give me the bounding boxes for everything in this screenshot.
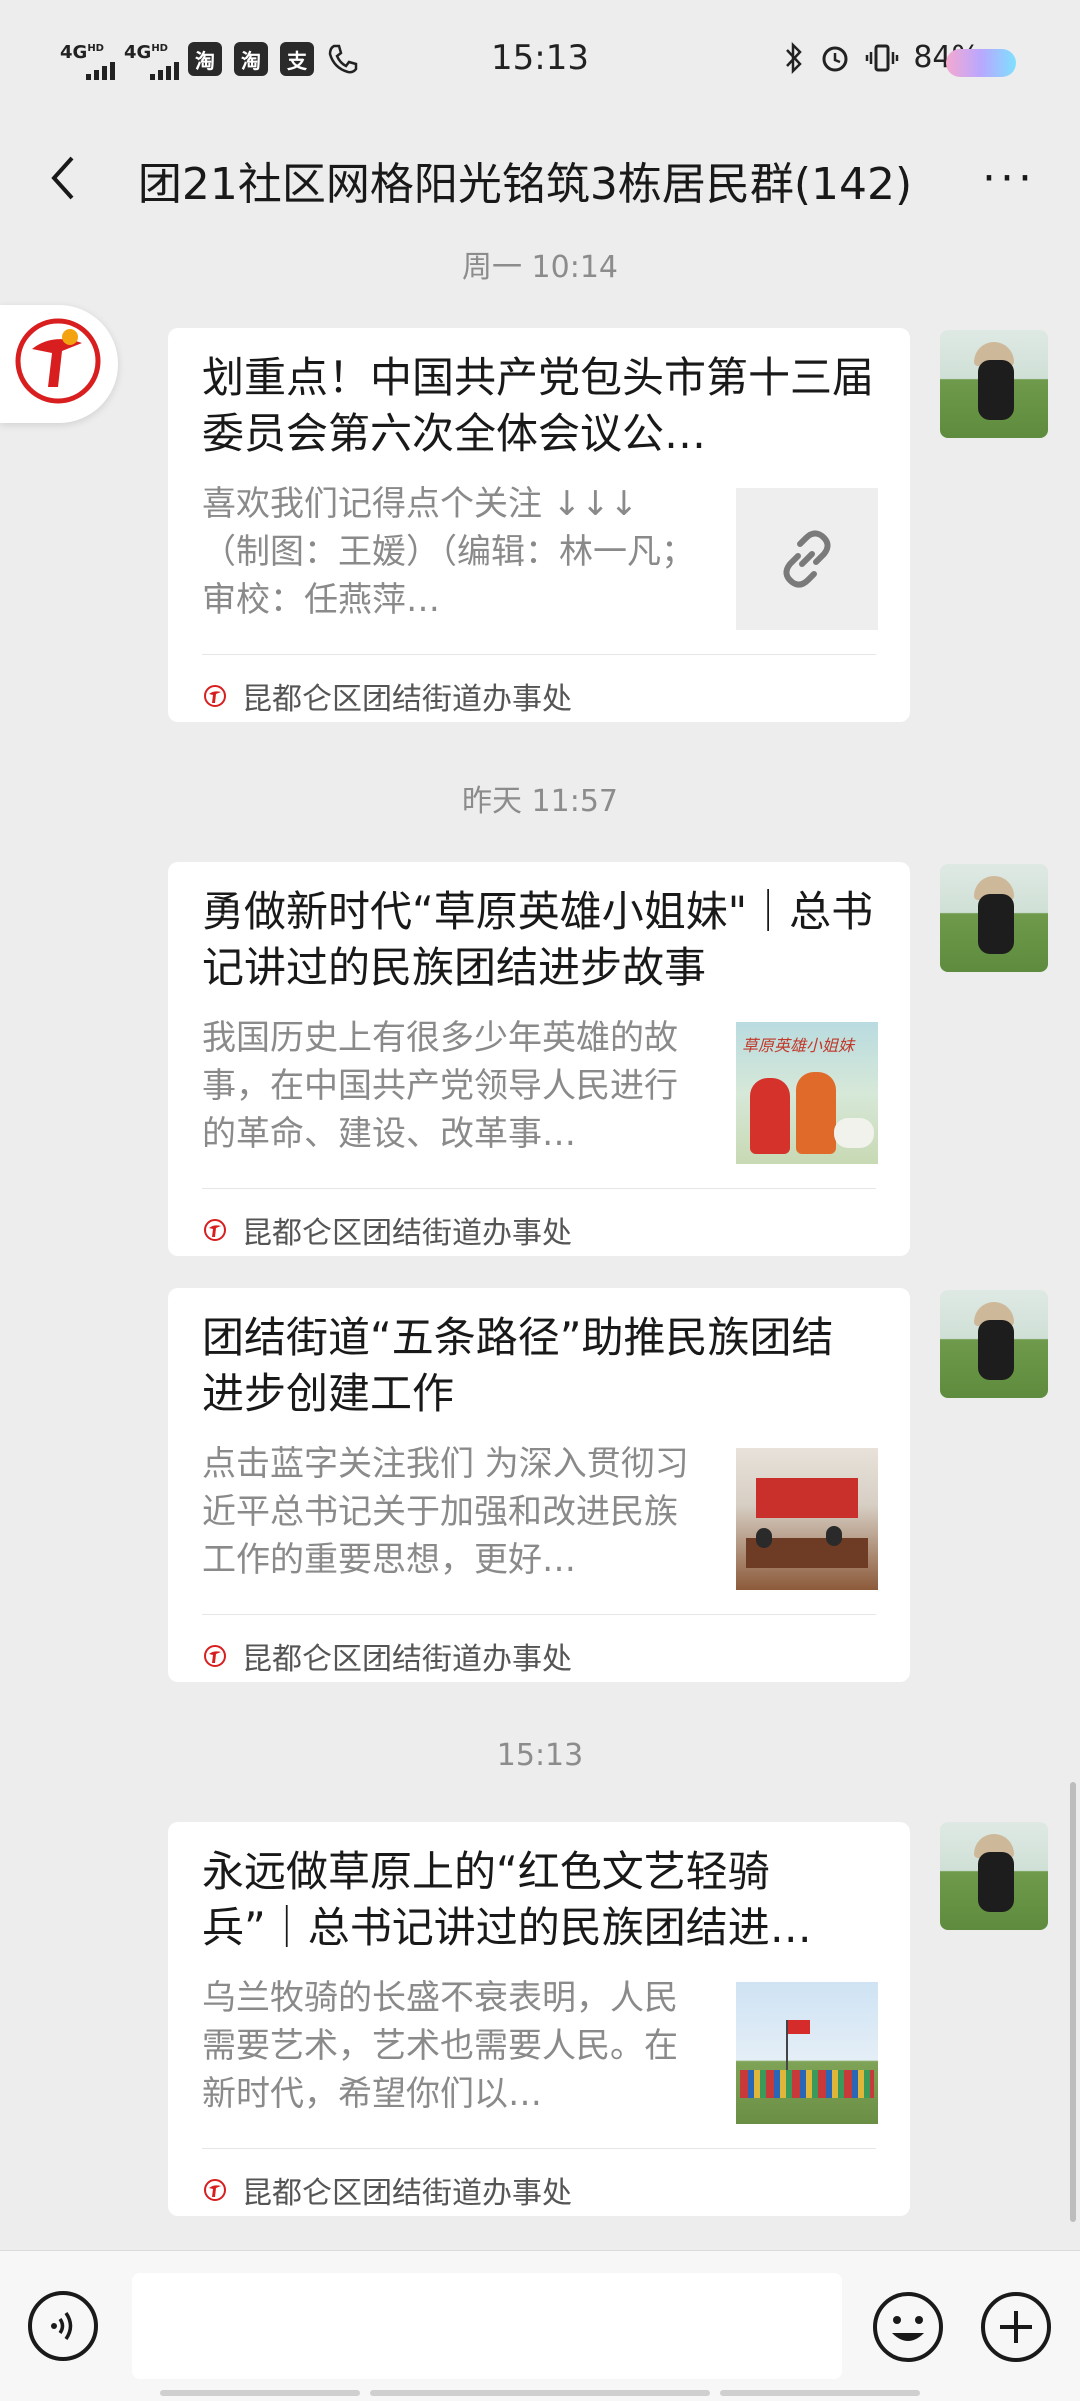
voice-icon	[51, 2312, 73, 2340]
sender-avatar[interactable]	[940, 1290, 1048, 1398]
input-bar	[0, 2250, 1080, 2401]
card-divider	[202, 1188, 876, 1189]
back-button[interactable]	[38, 148, 88, 208]
source-name: 昆都仑区团结街道办事处	[242, 1216, 572, 1251]
source-logo-icon	[204, 1219, 226, 1241]
message-timestamp: 昨天 11:57	[462, 784, 618, 819]
article-card[interactable]: 勇做新时代“草原英雄小姐妹"｜总书记讲过的民族团结进步故事 我国历史上有很多少年…	[168, 862, 910, 1256]
card-divider	[202, 654, 876, 655]
article-desc: 喜欢我们记得点个关注 ↓↓↓（制图：王媛）（编辑：林一凡；审校：任燕萍…	[202, 484, 695, 620]
article-thumbnail	[736, 1448, 878, 1590]
chat-title: 团21社区网格阳光铭筑3栋居民群(142)	[137, 159, 913, 210]
sender-avatar[interactable]	[940, 864, 1048, 972]
article-card[interactable]: 团结街道“五条路径”助推民族团结进步创建工作 点击蓝字关注我们 为深入贯彻习近平…	[168, 1288, 910, 1682]
article-title: 永远做草原上的“红色文艺轻骑兵”｜总书记讲过的民族团结进…	[202, 1847, 812, 1952]
message-timestamp: 15:13	[496, 1738, 584, 1773]
voice-input-button[interactable]	[28, 2291, 98, 2361]
source-logo-icon	[204, 2179, 226, 2201]
gesture-navigation-bar	[0, 2386, 1080, 2400]
source-name: 昆都仑区团结街道办事处	[242, 2176, 572, 2211]
source-logo-icon	[204, 685, 226, 707]
article-thumbnail: 草原英雄小姐妹	[736, 1022, 878, 1164]
article-card[interactable]: 永远做草原上的“红色文艺轻骑兵”｜总书记讲过的民族团结进… 乌兰牧骑的长盛不衰表…	[168, 1822, 910, 2216]
card-divider	[202, 2148, 876, 2149]
article-title: 勇做新时代“草原英雄小姐妹"｜总书记讲过的民族团结进步故事	[202, 887, 874, 992]
account-logo-icon	[15, 318, 101, 404]
article-source: 昆都仑区团结街道办事处	[202, 674, 572, 718]
article-card[interactable]: 划重点！中国共产党包头市第十三届委员会第六次全体会议公… 喜欢我们记得点个关注 …	[168, 328, 910, 722]
article-source: 昆都仑区团结街道办事处	[202, 2168, 572, 2212]
article-source: 昆都仑区团结街道办事处	[202, 1208, 572, 1252]
emoji-button[interactable]	[870, 2289, 946, 2365]
floating-account-logo[interactable]	[0, 305, 118, 423]
battery-icon	[946, 49, 1016, 77]
more-functions-button[interactable]	[978, 2289, 1054, 2365]
card-divider	[202, 1614, 876, 1615]
source-name: 昆都仑区团结街道办事处	[242, 682, 572, 717]
article-thumbnail	[736, 1982, 878, 2124]
status-bar: 4GHD 4GHD 淘 淘 支 15:13 84%	[0, 0, 1080, 120]
message-input[interactable]	[132, 2273, 842, 2379]
article-title: 划重点！中国共产党包头市第十三届委员会第六次全体会议公…	[202, 353, 874, 458]
article-desc: 点击蓝字关注我们 为深入贯彻习近平总书记关于加强和改进民族工作的重要思想，更好…	[202, 1444, 689, 1580]
article-title: 团结街道“五条路径”助推民族团结进步创建工作	[202, 1313, 834, 1418]
article-desc: 乌兰牧骑的长盛不衰表明，人民需要艺术，艺术也需要人民。在新时代，希望你们以…	[202, 1978, 678, 2114]
source-name: 昆都仑区团结街道办事处	[242, 1642, 572, 1677]
link-icon	[736, 488, 878, 630]
vibrate-icon	[866, 44, 899, 71]
thumbnail-caption: 草原英雄小姐妹	[742, 1036, 855, 1055]
article-source: 昆都仑区团结街道办事处	[202, 1634, 572, 1678]
more-options-button[interactable]: ···	[982, 157, 1036, 201]
chat-header: 团21社区网格阳光铭筑3栋居民群(142) ···	[0, 120, 1080, 240]
article-desc: 我国历史上有很多少年英雄的故事，在中国共产党领导人民进行的革命、建设、改革事…	[202, 1018, 678, 1154]
sender-avatar[interactable]	[940, 330, 1048, 438]
scrollbar[interactable]	[1070, 1782, 1076, 2222]
source-logo-icon	[204, 1645, 226, 1667]
bluetooth-icon	[786, 41, 803, 74]
alarm-icon	[822, 46, 848, 71]
sender-avatar[interactable]	[940, 1822, 1048, 1930]
message-timestamp: 周一 10:14	[462, 250, 618, 285]
